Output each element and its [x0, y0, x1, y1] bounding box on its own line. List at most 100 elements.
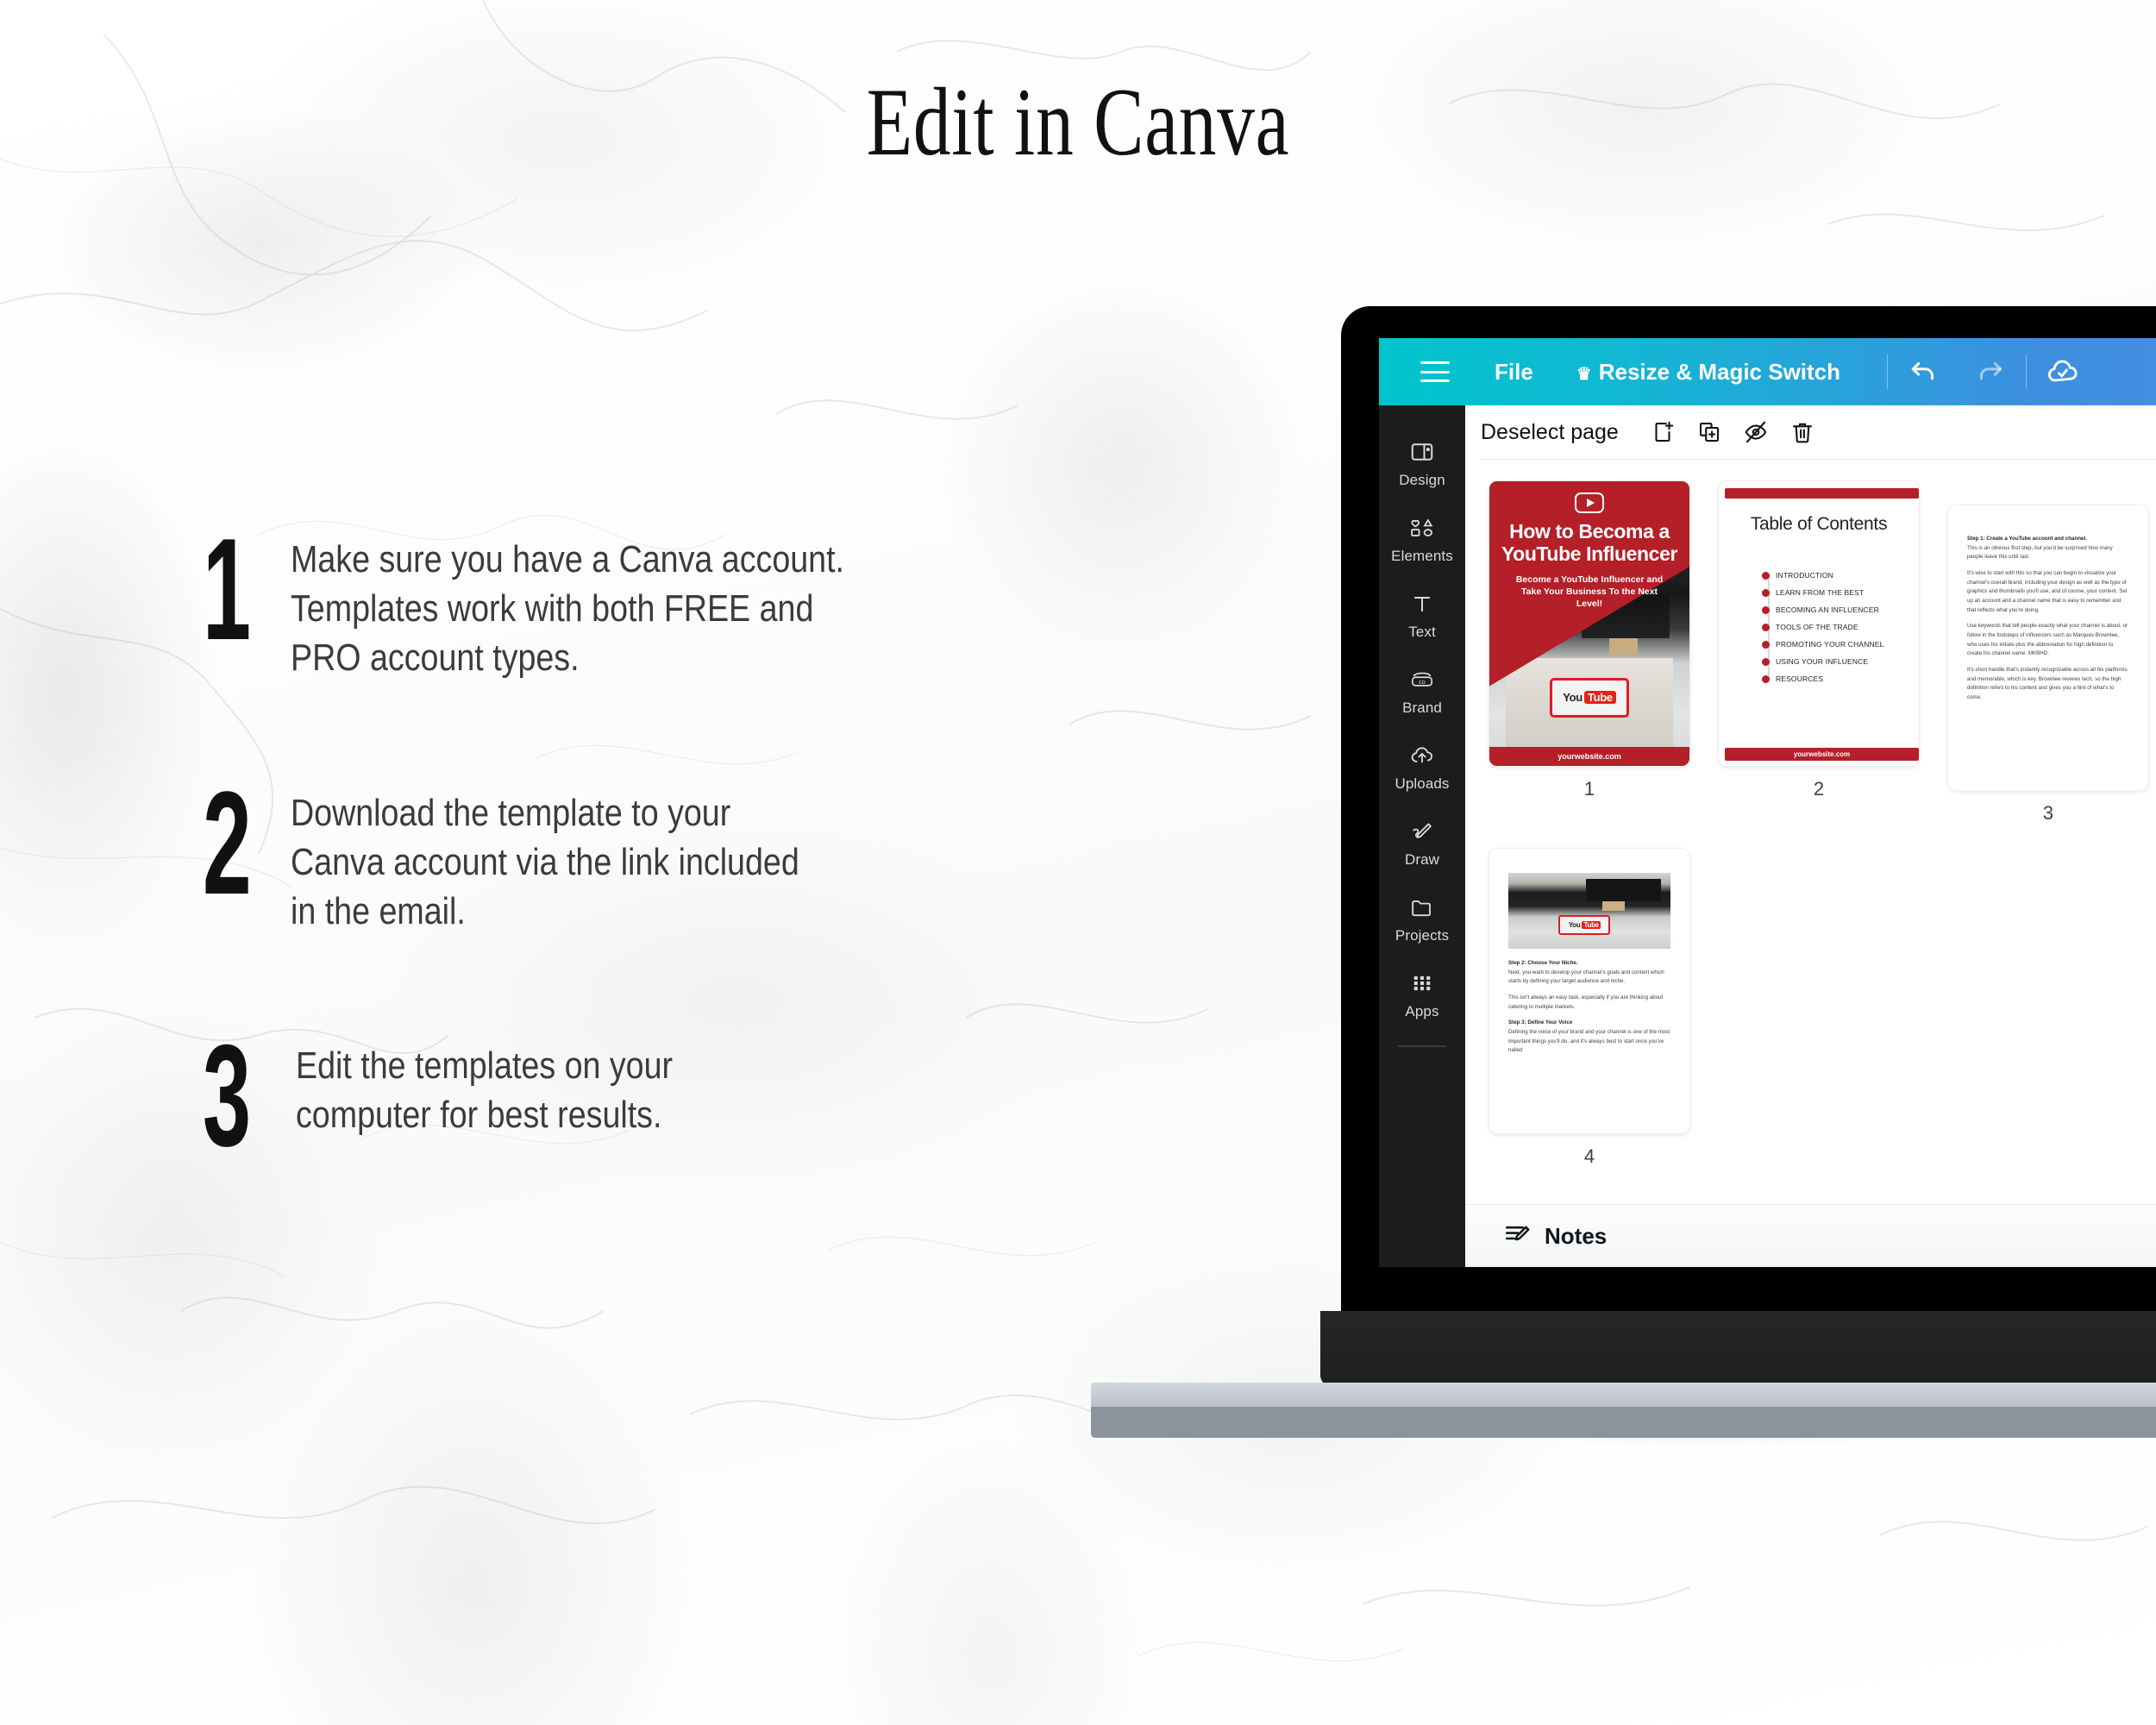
text-paragraph: Step 3: Define Your Voice Defining the vo…	[1508, 1019, 1670, 1056]
hamburger-icon[interactable]	[1420, 361, 1450, 382]
toc-item-label: PROMOTING YOUR CHANNEL	[1776, 640, 1884, 649]
cover-content: How to Becoma a YouTube Influencer Becom…	[1489, 492, 1689, 610]
step-text: Make sure you have a Canva account. Temp…	[291, 538, 845, 680]
toc-item: INTRODUCTION	[1762, 568, 1883, 583]
cover-subtitle: Become a YouTube Influencer and Take You…	[1515, 574, 1664, 609]
resize-magic-switch-button[interactable]: ♛ Resize & Magic Switch	[1576, 359, 1840, 386]
hide-page-icon[interactable]	[1736, 412, 1776, 452]
page-thumbnail-1[interactable]: You Tube How to Becoma a YouTube Influenc…	[1489, 481, 1689, 825]
redo-icon[interactable]	[1965, 348, 2014, 396]
toc-title: Table of Contents	[1750, 514, 1888, 534]
text-heading: Step 3: Define Your Voice	[1508, 1019, 1573, 1026]
page-toolbar: Deselect page	[1465, 405, 2156, 459]
step-text: Edit the templates on your computer for …	[296, 1044, 674, 1137]
text-heading: Step 1: Create a YouTube account and cha…	[1967, 536, 2087, 542]
cloud-check-icon[interactable]	[2039, 348, 2087, 396]
text-page: Step 1: Create a YouTube account and cha…	[1948, 505, 2148, 790]
text-paragraph: Use keywords that tell people exactly wh…	[1967, 623, 2128, 657]
sidebar-item-elements[interactable]: Elements	[1379, 500, 1465, 576]
toc-item: LEARN FROM THE BEST	[1762, 585, 1883, 600]
projects-icon	[1409, 893, 1435, 922]
youtube-logo: You Tube	[1568, 921, 1601, 930]
text-paragraph: Step 1: Create a YouTube account and cha…	[1967, 535, 2129, 562]
canva-body: Design Elements Text co Brand Uploads Dr…	[1379, 405, 2156, 1267]
sidebar-item-uploads[interactable]: Uploads	[1379, 728, 1465, 804]
sidebar-item-projects[interactable]: Projects	[1379, 880, 1465, 956]
toc-list: INTRODUCTION LEARN FROM THE BEST BECOMIN…	[1762, 568, 1883, 688]
step-text: Download the template to your Canva acco…	[291, 791, 799, 932]
uploads-icon	[1408, 741, 1436, 770]
youtube-logo-tube: Tube	[1583, 691, 1616, 705]
sidebar-item-text[interactable]: Text	[1379, 576, 1465, 652]
design-icon	[1409, 437, 1435, 467]
page-thumbnail-4[interactable]: You Tube Step 2: Choose Your Niche. Next, …	[1489, 849, 1689, 1168]
bullet-dot-icon	[1762, 623, 1770, 631]
toc-item: TOOLS OF THE TRADE	[1762, 619, 1883, 635]
page-thumbnail-2[interactable]: Table of Contents INTRODUCTION LEARN FRO…	[1719, 481, 1919, 825]
step-item: 1 Make sure you have a Canva account. Te…	[203, 517, 1117, 683]
crown-icon: ♛	[1576, 364, 1592, 384]
steps-list: 1 Make sure you have a Canva account. Te…	[203, 517, 1117, 1268]
step-number: 3	[203, 1014, 252, 1177]
laptop-base-underside	[1091, 1407, 2156, 1438]
toc-item-label: TOOLS OF THE TRADE	[1776, 623, 1858, 631]
deselect-page-button[interactable]: Deselect page	[1481, 420, 1619, 445]
text-heading: Step 2: Choose Your Niche.	[1508, 960, 1578, 966]
notes-bar[interactable]: Notes	[1465, 1205, 2156, 1267]
page-thumbnails: You Tube How to Becoma a YouTube Influenc…	[1465, 459, 2156, 1168]
delete-page-icon[interactable]	[1783, 412, 1822, 452]
bullet-dot-icon	[1762, 588, 1770, 597]
sidebar-item-apps[interactable]: Apps	[1379, 956, 1465, 1032]
text-paragraph: It's short handle that's instantly recog…	[1967, 666, 2128, 700]
canva-sidebar: Design Elements Text co Brand Uploads Dr…	[1379, 405, 1465, 1267]
brand-icon: co	[1408, 665, 1436, 694]
resize-label: Resize & Magic Switch	[1598, 358, 1841, 385]
page-number: 4	[1583, 1145, 1595, 1167]
apps-icon	[1410, 969, 1434, 998]
page-card[interactable]: Table of Contents INTRODUCTION LEARN FRO…	[1719, 481, 1919, 766]
toc-item: BECOMING AN INFLUENCER	[1762, 602, 1883, 618]
toolbar-divider	[2026, 354, 2028, 389]
page-card[interactable]: You Tube How to Becoma a YouTube Influenc…	[1489, 481, 1689, 766]
page-number: 2	[1813, 778, 1825, 800]
youtube-logo-you: You	[1568, 921, 1581, 930]
page-card[interactable]: Step 1: Create a YouTube account and cha…	[1948, 505, 2148, 790]
elements-icon	[1408, 513, 1436, 543]
youtube-logo: You Tube	[1563, 691, 1616, 705]
sidebar-label: Projects	[1395, 927, 1450, 944]
page-card[interactable]: You Tube Step 2: Choose Your Niche. Next, …	[1489, 849, 1689, 1133]
phone-shape: You Tube	[1558, 915, 1611, 936]
file-menu-button[interactable]: File	[1495, 359, 1533, 386]
page-photo: You Tube	[1508, 873, 1670, 949]
sidebar-label: Text	[1408, 624, 1436, 640]
toc-item-label: RESOURCES	[1776, 674, 1824, 683]
tv-stand-shape	[1602, 901, 1626, 911]
bullet-dot-icon	[1762, 571, 1770, 580]
laptop-screen: File ♛ Resize & Magic Switch Design Elem…	[1379, 338, 2156, 1267]
sidebar-label: Design	[1399, 472, 1445, 488]
toolbar-divider	[1887, 354, 1889, 389]
notes-label: Notes	[1545, 1222, 1608, 1249]
undo-icon[interactable]	[1900, 348, 1948, 396]
page-thumbnail-3[interactable]: Step 1: Create a YouTube account and cha…	[1948, 505, 2148, 825]
add-page-icon[interactable]	[1643, 412, 1683, 452]
notes-icon	[1503, 1220, 1532, 1253]
sidebar-item-brand[interactable]: co Brand	[1379, 652, 1465, 728]
toc-item-label: USING YOUR INFLUENCE	[1776, 657, 1869, 666]
tv-shape	[1586, 879, 1661, 902]
sidebar-divider	[1398, 1045, 1446, 1047]
duplicate-page-icon[interactable]	[1689, 412, 1729, 452]
text-paragraph: This isn't always an easy task, especial…	[1508, 994, 1664, 1010]
sidebar-item-draw[interactable]: Draw	[1379, 804, 1465, 880]
toc-item-label: BECOMING AN INFLUENCER	[1776, 605, 1879, 614]
bullet-dot-icon	[1762, 640, 1770, 649]
text-body: Defining the voice of your brand and you…	[1508, 1028, 1670, 1054]
svg-text:co: co	[1419, 678, 1426, 686]
draw-icon	[1409, 817, 1435, 846]
laptop-mockup: File ♛ Resize & Magic Switch Design Elem…	[1091, 306, 2156, 1449]
step-item: 3 Edit the templates on your computer fo…	[203, 1023, 1117, 1168]
tv-stand-shape	[1609, 637, 1638, 656]
cover-title: How to Becoma a YouTube Influencer	[1501, 520, 1678, 565]
sidebar-item-design[interactable]: Design	[1379, 424, 1465, 500]
bullet-dot-icon	[1762, 657, 1770, 666]
